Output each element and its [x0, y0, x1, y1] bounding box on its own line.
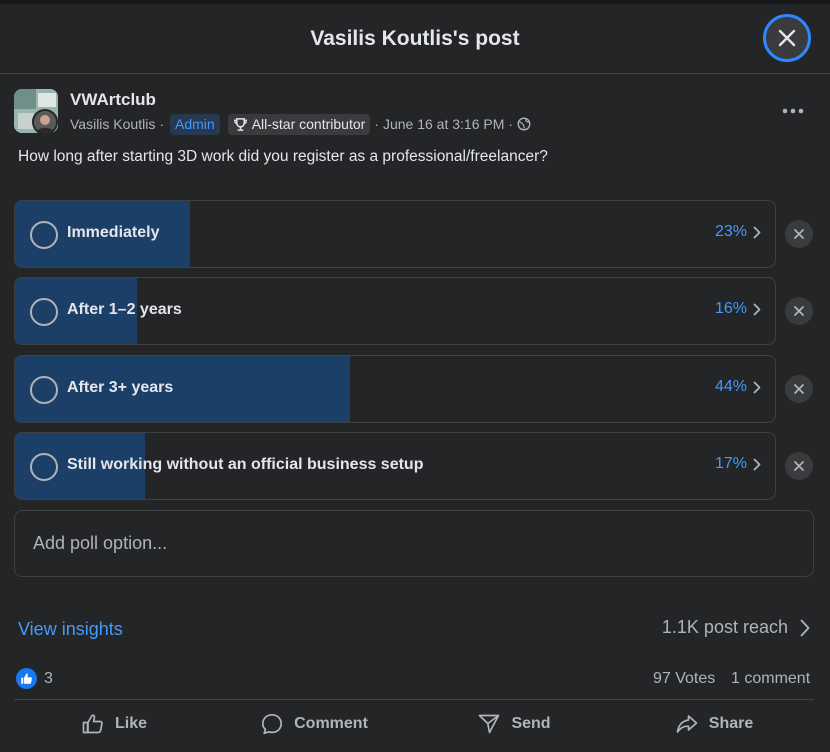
like-icon [82, 714, 103, 734]
poll-percent[interactable]: 44% [715, 378, 761, 396]
chevron-right-icon [800, 619, 810, 636]
comment-button[interactable]: Comment [214, 700, 414, 748]
send-button[interactable]: Send [414, 700, 614, 748]
group-name[interactable]: VWArtclub [70, 90, 156, 110]
more-icon [782, 108, 804, 114]
contributor-badge[interactable]: All-star contributor [227, 113, 371, 135]
like-button[interactable]: Like [14, 700, 214, 748]
post-timestamp[interactable]: June 16 at 3:16 PM [383, 116, 504, 132]
poll-percent[interactable]: 23% [715, 223, 761, 241]
post-reach[interactable]: 1.1K post reach [662, 617, 810, 638]
poll-option[interactable]: Still working without an official busine… [14, 432, 776, 500]
dialog-header: Vasilis Koutlis's post [0, 4, 830, 74]
add-poll-option-input[interactable] [14, 510, 814, 577]
post-meta: Vasilis Koutlis · Admin All-star contrib… [70, 113, 531, 135]
author-avatar[interactable] [32, 109, 58, 135]
like-reaction-icon[interactable] [16, 668, 37, 689]
chevron-right-icon [753, 226, 761, 238]
poll-option-label: After 1–2 years [67, 301, 182, 318]
remove-poll-option-button[interactable] [785, 375, 813, 403]
poll-option-label: Still working without an official busine… [67, 456, 424, 473]
comment-label: Comment [294, 715, 368, 732]
poll-result-bar [15, 356, 350, 422]
more-options-button[interactable] [778, 96, 808, 126]
close-icon [794, 461, 804, 471]
poll-percent-value: 44% [714, 378, 747, 395]
contributor-badge-label: All-star contributor [251, 116, 366, 132]
chevron-right-icon [753, 458, 761, 470]
poll-radio[interactable] [30, 221, 58, 249]
admin-badge: Admin [170, 113, 220, 135]
reaction-count[interactable]: 3 [44, 670, 53, 688]
share-icon [676, 715, 698, 733]
poll-option[interactable]: Immediately 23% [14, 200, 776, 268]
comment-icon [262, 713, 283, 735]
remove-poll-option-button[interactable] [785, 220, 813, 248]
action-bar: Like Comment Send Share [14, 700, 814, 748]
close-button[interactable] [763, 14, 811, 62]
poll-option-label: Immediately [67, 224, 160, 241]
post-reach-label: 1.1K post reach [661, 617, 788, 637]
globe-icon [517, 117, 531, 131]
chevron-right-icon [753, 303, 761, 315]
share-label: Share [708, 715, 754, 732]
poll-percent[interactable]: 16% [715, 300, 761, 318]
meta-separator: · [508, 116, 514, 132]
like-label: Like [114, 715, 147, 732]
send-icon [479, 714, 500, 734]
poll-option[interactable]: After 3+ years 44% [14, 355, 776, 423]
close-icon [794, 384, 804, 394]
dialog-title: Vasilis Koutlis's post [310, 26, 520, 50]
votes-count[interactable]: 97 Votes [653, 670, 715, 688]
comments-count[interactable]: 1 comment [731, 670, 810, 688]
poll-radio[interactable] [30, 298, 58, 326]
close-icon [794, 306, 804, 316]
poll-percent-value: 17% [714, 455, 747, 472]
meta-separator: · [374, 116, 379, 132]
close-icon [778, 29, 796, 47]
poll-question: How long after starting 3D work did you … [18, 148, 548, 165]
poll-percent[interactable]: 17% [715, 455, 761, 473]
remove-poll-option-button[interactable] [785, 297, 813, 325]
close-icon [794, 229, 804, 239]
view-insights-link[interactable]: View insights [18, 619, 123, 640]
remove-poll-option-button[interactable] [785, 452, 813, 480]
poll-percent-value: 23% [714, 223, 747, 240]
poll-option[interactable]: After 1–2 years 16% [14, 277, 776, 345]
poll-percent-value: 16% [714, 300, 747, 317]
send-label: Send [511, 715, 551, 732]
poll-radio[interactable] [30, 453, 58, 481]
meta-separator: · [159, 116, 164, 132]
share-button[interactable]: Share [614, 700, 814, 748]
chevron-right-icon [753, 381, 761, 393]
poll-option-label: After 3+ years [67, 379, 174, 396]
poll-radio[interactable] [30, 376, 58, 404]
trophy-icon [233, 117, 247, 131]
author-name[interactable]: Vasilis Koutlis [70, 116, 155, 132]
